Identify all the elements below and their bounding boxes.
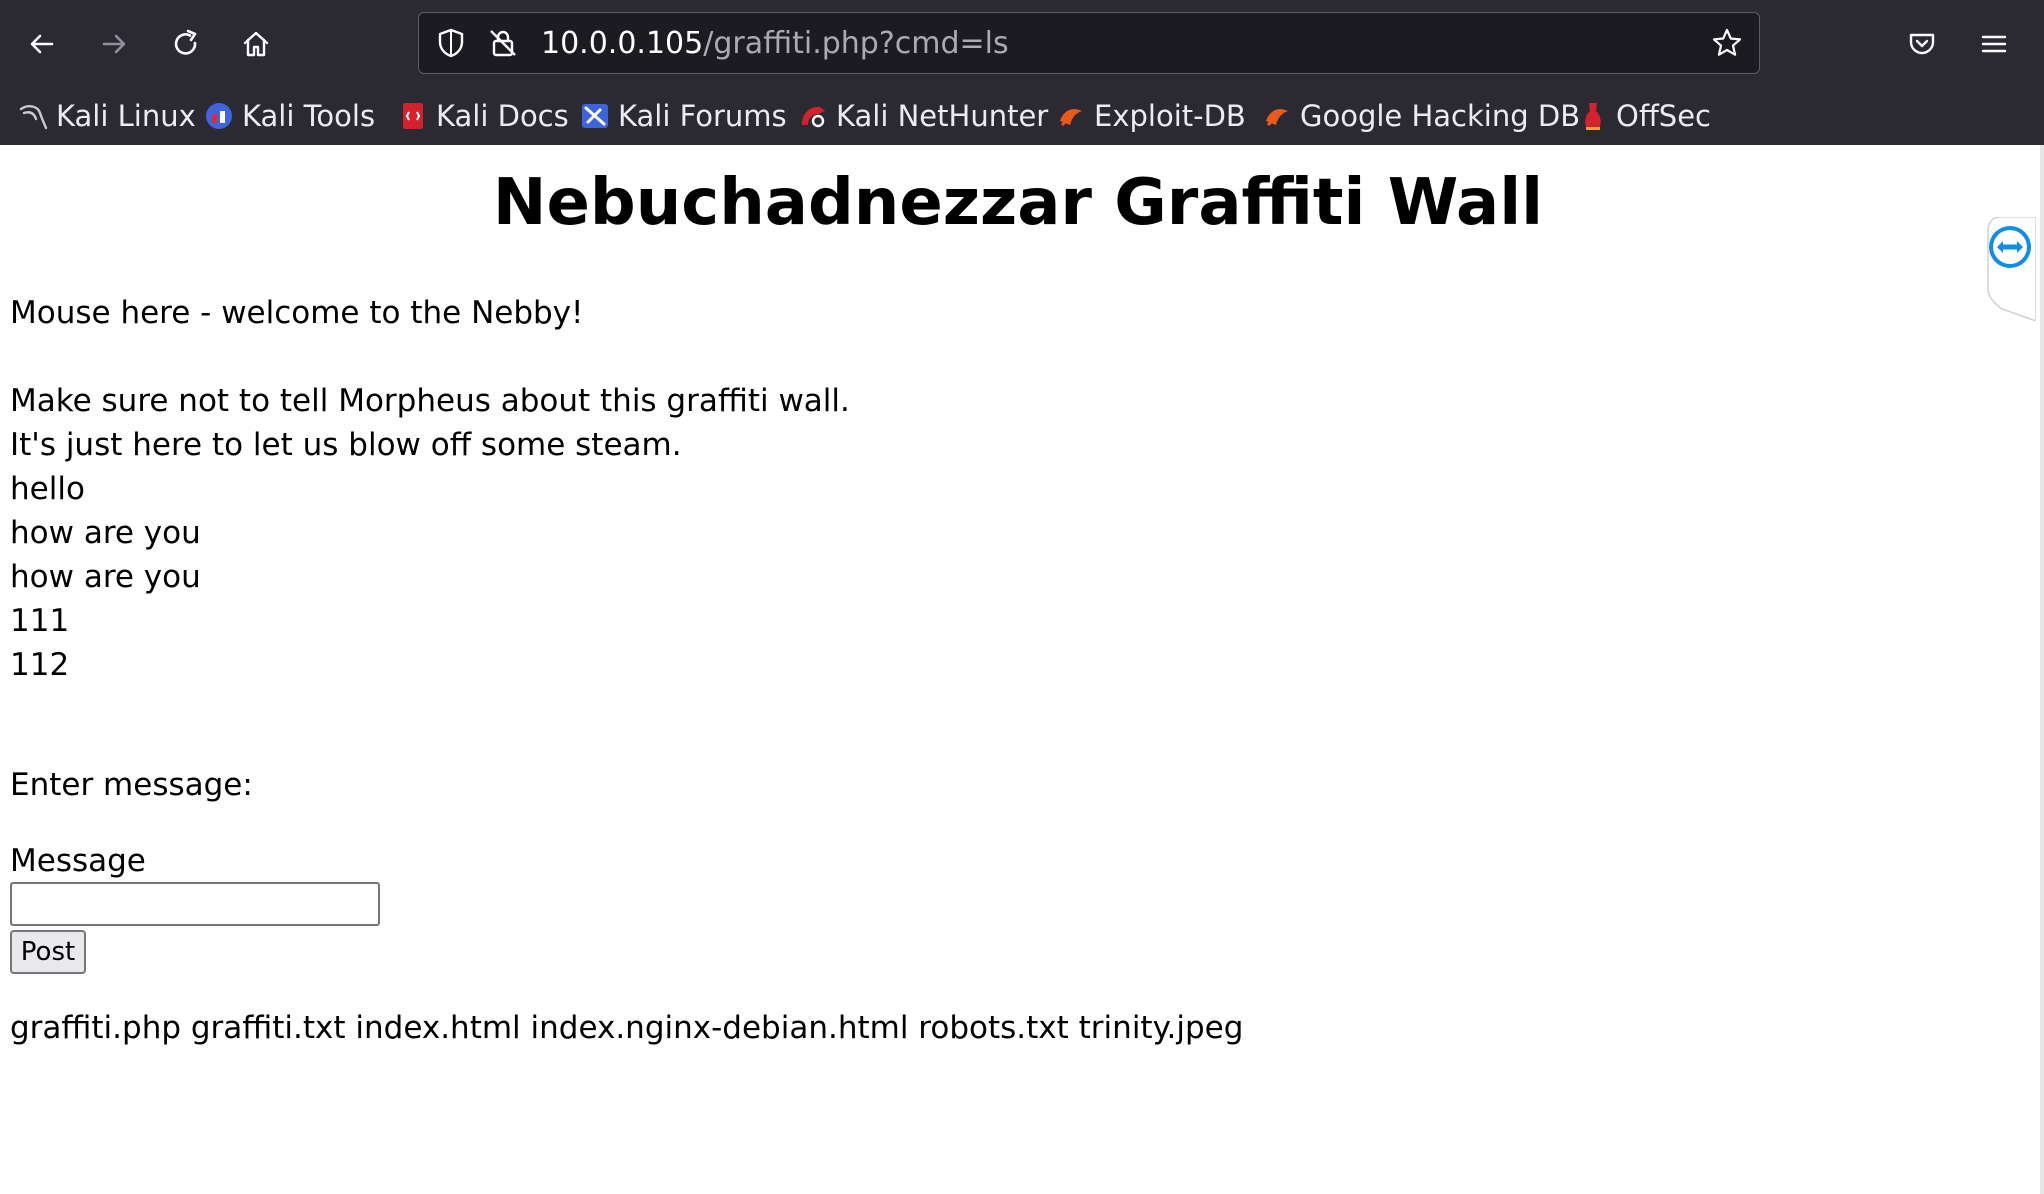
message-label: Message bbox=[10, 843, 146, 879]
url-text[interactable]: 10.0.0.105/graffiti.php?cmd=ls bbox=[541, 27, 1009, 61]
graffiti-line: how are you bbox=[10, 515, 201, 551]
back-arrow-icon bbox=[30, 34, 54, 54]
graffiti-line: 112 bbox=[10, 647, 70, 683]
reload-icon bbox=[174, 29, 197, 55]
bookmark-label: Kali Linux bbox=[56, 99, 196, 133]
graffiti-line: Make sure not to tell Morpheus about thi… bbox=[10, 383, 850, 419]
bookmarks-toolbar: Kali Linux Kali Tools Kali Docs Kali For… bbox=[0, 86, 2044, 145]
offsec-icon bbox=[1585, 103, 1601, 130]
bookmark-label: Exploit-DB bbox=[1094, 99, 1246, 133]
command-output: graffiti.php graffiti.txt index.html ind… bbox=[10, 1010, 1244, 1046]
pocket-icon bbox=[1909, 33, 1935, 55]
bookmark-label: OffSec bbox=[1616, 99, 1712, 133]
exploit-db-icon bbox=[1060, 109, 1082, 127]
remote-control-icon bbox=[1989, 226, 2031, 268]
bookmark-kali-forums[interactable]: Kali Forums bbox=[580, 94, 787, 138]
message-input[interactable] bbox=[10, 882, 380, 926]
graffiti-line: It's just here to let us blow off some s… bbox=[10, 427, 682, 463]
pocket-button[interactable] bbox=[1900, 22, 1944, 66]
address-bar[interactable]: 10.0.0.105/graffiti.php?cmd=ls bbox=[418, 12, 1760, 74]
graffiti-line: hello bbox=[10, 471, 85, 507]
forward-button[interactable] bbox=[92, 22, 136, 66]
graffiti-line: 111 bbox=[10, 603, 70, 639]
forward-arrow-icon bbox=[102, 34, 126, 54]
ghdb-icon bbox=[1266, 109, 1288, 127]
reload-button[interactable] bbox=[164, 22, 208, 66]
insecure-lock-icon[interactable] bbox=[487, 27, 519, 59]
bookmark-kali-tools[interactable]: Kali Tools bbox=[204, 94, 375, 138]
bookmark-label: Kali NetHunter bbox=[836, 99, 1049, 133]
hamburger-menu-icon bbox=[1981, 35, 2007, 53]
bookmark-label: Google Hacking DB bbox=[1300, 99, 1581, 133]
bookmark-kali-docs[interactable]: Kali Docs bbox=[398, 94, 569, 138]
bookmark-kali-linux[interactable]: Kali Linux bbox=[18, 94, 196, 138]
bookmark-kali-nethunter[interactable]: Kali NetHunter bbox=[798, 94, 1048, 138]
post-button[interactable]: Post bbox=[10, 930, 86, 974]
home-icon bbox=[243, 31, 269, 57]
browser-toolbar: 10.0.0.105/graffiti.php?cmd=ls bbox=[0, 0, 2044, 86]
form-heading: Enter message: bbox=[10, 767, 253, 803]
graffiti-line: how are you bbox=[10, 559, 201, 595]
bookmark-label: Kali Docs bbox=[436, 99, 569, 133]
kali-docs-icon bbox=[403, 103, 423, 129]
page-content: Nebuchadnezzar Graffiti Wall Mouse here … bbox=[0, 145, 2044, 1194]
bookmark-google-hacking-db[interactable]: Google Hacking DB bbox=[1262, 94, 1580, 138]
app-menu-button[interactable] bbox=[1972, 22, 2016, 66]
url-host: 10.0.0.105 bbox=[541, 26, 704, 61]
nethunter-icon bbox=[802, 106, 825, 128]
back-button[interactable] bbox=[20, 22, 64, 66]
page-title: Nebuchadnezzar Graffiti Wall bbox=[492, 166, 1544, 240]
home-button[interactable] bbox=[234, 22, 278, 66]
welcome-text: Mouse here - welcome to the Nebby! bbox=[10, 295, 584, 331]
url-path: /graffiti.php?cmd=ls bbox=[703, 26, 1009, 61]
bookmark-star-icon[interactable] bbox=[1711, 27, 1743, 59]
teamviewer-side-tab[interactable] bbox=[1984, 217, 2036, 321]
shield-icon[interactable] bbox=[435, 27, 467, 59]
kali-forums-icon bbox=[582, 104, 608, 128]
bookmark-exploit-db[interactable]: Exploit-DB bbox=[1056, 94, 1246, 138]
browser-chrome: 10.0.0.105/graffiti.php?cmd=ls Kali Linu… bbox=[0, 0, 2044, 145]
kali-dragon-icon bbox=[19, 105, 48, 130]
kali-tools-icon bbox=[206, 103, 232, 129]
bookmark-label: Kali Forums bbox=[618, 99, 787, 133]
bookmark-offsec[interactable]: OffSec bbox=[1578, 94, 1711, 138]
bookmark-label: Kali Tools bbox=[242, 99, 376, 133]
